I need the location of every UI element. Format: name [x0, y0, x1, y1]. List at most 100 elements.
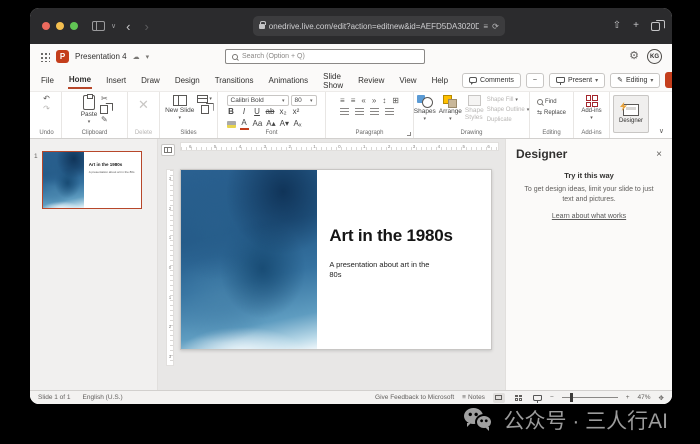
replace-button[interactable]: ⇆ Replace	[537, 109, 566, 116]
align-center-button[interactable]	[355, 108, 364, 115]
tab-home[interactable]: Home	[68, 71, 92, 89]
forward-button[interactable]: ›	[140, 20, 152, 33]
duplicate-button[interactable]: Duplicate	[487, 117, 512, 123]
zoom-in-button[interactable]: +	[626, 394, 630, 401]
tab-overview-icon[interactable]	[651, 22, 660, 31]
present-button[interactable]: Present ▾	[549, 73, 605, 88]
chevron-down-icon[interactable]: ∨	[111, 22, 116, 30]
highlight-color-button[interactable]	[227, 121, 236, 128]
duplicate-slide-button[interactable]	[201, 105, 209, 114]
feedback-link[interactable]: Give Feedback to Microsoft	[375, 394, 454, 401]
share-page-icon[interactable]: ⇧	[613, 21, 621, 31]
layout-button[interactable]	[197, 95, 208, 103]
designer-learn-link[interactable]: Learn about what works	[516, 213, 662, 220]
reader-icon[interactable]: ≡	[483, 22, 488, 31]
italic-button[interactable]: I	[240, 108, 249, 117]
tab-transitions[interactable]: Transitions	[214, 72, 255, 88]
editing-mode-button[interactable]: ✎ Editing ▾	[610, 73, 660, 88]
undo-button[interactable]: ↶	[43, 95, 50, 103]
zoom-slider-thumb[interactable]	[570, 393, 573, 402]
copy-button[interactable]	[100, 105, 108, 114]
catch-up-button[interactable]: ~	[526, 73, 544, 88]
tab-file[interactable]: File	[40, 72, 55, 88]
slide-title[interactable]: Art in the 1980s	[329, 226, 473, 246]
tab-design[interactable]: Design	[174, 72, 201, 88]
strikethrough-button[interactable]: ab	[266, 108, 275, 117]
shape-outline-button[interactable]: Shape Outline ▾	[487, 107, 530, 113]
tab-insert[interactable]: Insert	[105, 72, 127, 88]
underline-button[interactable]: U	[253, 108, 262, 117]
gear-icon[interactable]: ⚙	[629, 51, 639, 62]
tab-view[interactable]: View	[398, 72, 417, 88]
avatar[interactable]: KG	[647, 49, 662, 64]
sidebar-toggle-icon[interactable]	[92, 21, 105, 31]
app-launcher-icon[interactable]	[40, 52, 50, 62]
grow-font-button[interactable]: A▴	[266, 120, 275, 129]
minimize-window-button[interactable]	[56, 22, 64, 30]
reload-icon[interactable]: ⟳	[492, 22, 499, 31]
shrink-font-button[interactable]: A▾	[280, 120, 289, 129]
cut-button[interactable]: ✂	[101, 95, 108, 103]
zoom-level[interactable]: 47%	[638, 394, 651, 401]
share-button[interactable]: ⇧ Share ▾	[665, 72, 672, 88]
addins-button[interactable]: Add-ins	[581, 108, 601, 114]
font-color-button[interactable]: A	[240, 119, 249, 130]
tab-slide-show[interactable]: Slide Show	[322, 68, 344, 93]
find-button[interactable]: Find	[537, 99, 557, 105]
fit-to-window-button[interactable]: ✥	[659, 394, 664, 402]
align-left-button[interactable]	[340, 108, 349, 115]
justify-button[interactable]	[385, 108, 394, 115]
indent-button[interactable]: »	[372, 97, 376, 105]
new-slide-button[interactable]: New Slide ▾	[165, 95, 194, 121]
collapse-ribbon-icon[interactable]: ∨	[657, 127, 670, 138]
slide-watercolor-image[interactable]	[181, 170, 317, 349]
document-title[interactable]: Presentation 4	[75, 52, 127, 61]
slide-canvas[interactable]: Art in the 1980s A presentation about ar…	[180, 169, 492, 350]
tab-help[interactable]: Help	[431, 72, 449, 88]
change-case-button[interactable]: Aa	[253, 120, 263, 129]
title-chevron-icon[interactable]: ▾	[146, 53, 150, 61]
font-size-select[interactable]: 80 ▾	[291, 95, 317, 106]
address-bar[interactable]: onedrive.live.com/edit?action=editnew&id…	[253, 16, 505, 36]
bold-button[interactable]: B	[227, 108, 236, 117]
paste-button[interactable]: Paste ▾	[81, 95, 98, 125]
slideshow-view-button[interactable]	[533, 395, 542, 401]
designer-button[interactable]: Designer	[613, 95, 649, 133]
search-input[interactable]: Search (Option + Q)	[225, 49, 425, 64]
slide-thumbnail[interactable]: Art in the 1980s A presentation about ar…	[42, 151, 142, 209]
bullets-button[interactable]: ≡	[340, 97, 345, 105]
line-spacing-button[interactable]: ↕	[382, 97, 386, 105]
tab-animations[interactable]: Animations	[268, 72, 310, 88]
language-selector[interactable]: English (U.S.)	[83, 394, 123, 401]
outdent-button[interactable]: «	[361, 97, 365, 105]
slide-subtitle[interactable]: A presentation about art in the 80s	[329, 260, 439, 280]
numbering-button[interactable]: ≡	[351, 97, 356, 105]
zoom-out-button[interactable]: −	[550, 394, 554, 401]
slide-sorter-view-button[interactable]	[513, 393, 525, 403]
addins-icon[interactable]	[586, 95, 598, 107]
align-right-button[interactable]	[370, 108, 379, 115]
font-name-select[interactable]: Calibri Bold ▾	[227, 95, 289, 106]
subscript-button[interactable]: x₂	[279, 108, 288, 117]
back-button[interactable]: ‹	[122, 20, 134, 33]
new-tab-icon[interactable]: +	[633, 21, 639, 31]
normal-view-button[interactable]	[493, 393, 505, 403]
paragraph-dialog-launcher[interactable]	[407, 132, 411, 136]
tab-review[interactable]: Review	[357, 72, 385, 88]
shape-fill-button[interactable]: Shape Fill ▾	[487, 97, 518, 103]
redo-button[interactable]: ↷	[43, 105, 50, 113]
delete-button[interactable]: ✕	[138, 95, 149, 111]
text-direction-button[interactable]: ⊞	[392, 97, 399, 105]
comments-button[interactable]: Comments	[462, 73, 521, 88]
zoom-slider[interactable]	[562, 397, 618, 398]
shapes-button[interactable]: Shapes ▾	[414, 95, 436, 122]
clear-formatting-button[interactable]: Aₓ	[293, 120, 302, 129]
close-window-button[interactable]	[42, 22, 50, 30]
collapse-thumbnails-button[interactable]	[161, 144, 175, 156]
arrange-button[interactable]: Arrange ▾	[439, 95, 462, 122]
close-icon[interactable]: ×	[656, 149, 662, 160]
tab-draw[interactable]: Draw	[140, 72, 161, 88]
format-painter-button[interactable]: ✎	[101, 116, 108, 124]
fullscreen-window-button[interactable]	[70, 22, 78, 30]
shape-styles-button[interactable]: Shape Styles	[465, 95, 484, 121]
